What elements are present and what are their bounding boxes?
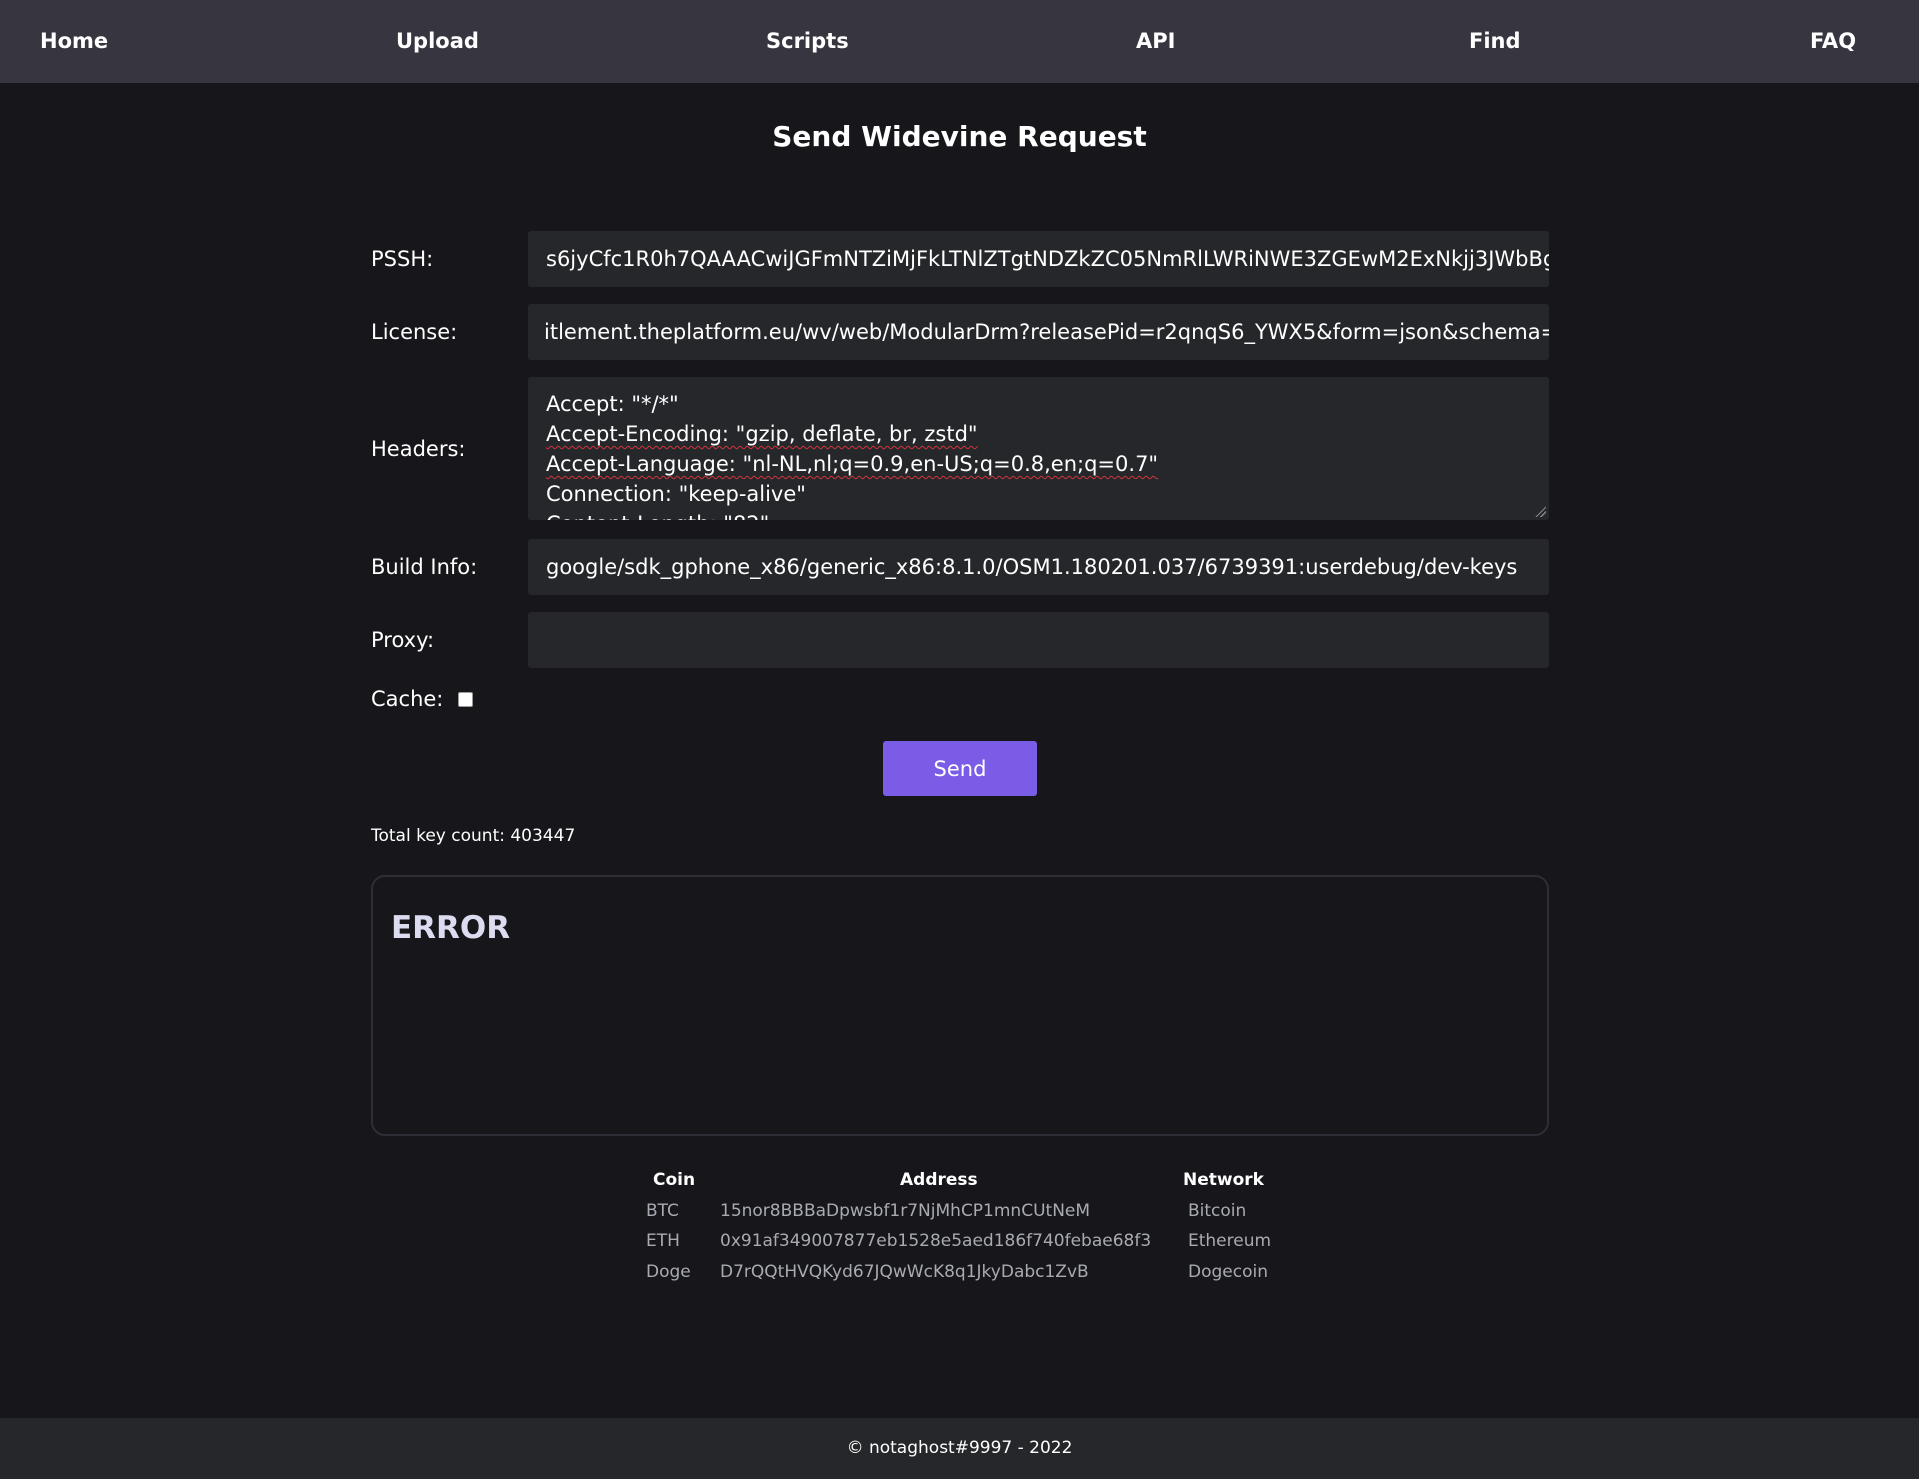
table-header-coin: Coin [653, 1170, 696, 1190]
build-info-input[interactable]: google/sdk_gphone_x86/generic_x86:8.1.0/… [528, 539, 1549, 595]
error-status: ERROR [391, 910, 511, 946]
header-line: Content-Length: "82" [546, 509, 1531, 520]
table-cell-coin: ETH [646, 1231, 680, 1251]
nav-api[interactable]: API [1136, 0, 1175, 83]
nav-scripts[interactable]: Scripts [766, 0, 849, 83]
build-info-label: Build Info: [371, 555, 478, 579]
table-cell-network: Ethereum [1188, 1231, 1272, 1251]
page-title: Send Widevine Request [772, 120, 1147, 153]
cache-label: Cache: [371, 687, 444, 711]
header-line: Accept: "*/*" [546, 392, 679, 416]
table-cell-coin: Doge [646, 1262, 691, 1282]
header-line: Accept-Encoding: "gzip, deflate, br, zst… [546, 422, 978, 446]
license-label: License: [371, 320, 458, 344]
proxy-label: Proxy: [371, 628, 435, 652]
nav-faq[interactable]: FAQ [1810, 0, 1856, 83]
header-line: Connection: "keep-alive" [546, 482, 806, 506]
table-header-address: Address [900, 1170, 978, 1190]
headers-label: Headers: [371, 437, 466, 461]
pssh-label: PSSH: [371, 247, 434, 271]
table-cell-network: Bitcoin [1188, 1201, 1247, 1221]
result-panel: ERROR [371, 875, 1549, 1136]
nav-home[interactable]: Home [40, 0, 108, 83]
table-header-network: Network [1183, 1170, 1264, 1190]
total-key-count: Total key count: 403447 [371, 826, 576, 846]
table-cell-coin: BTC [646, 1201, 679, 1221]
table-cell-address: D7rQQtHVQKyd67JQwWcK8q1JkyDabc1ZvB [720, 1262, 1089, 1282]
table-cell-address: 15nor8BBBaDpwsbf1r7NjMhCP1mnCUtNeM [720, 1201, 1091, 1221]
nav-upload[interactable]: Upload [396, 0, 479, 83]
headers-textarea[interactable]: Accept: "*/*" Accept-Encoding: "gzip, de… [528, 377, 1549, 520]
send-button[interactable]: Send [883, 741, 1037, 796]
header-line: Accept-Language: "nl-NL,nl;q=0.9,en-US;q… [546, 452, 1159, 476]
cache-checkbox[interactable] [458, 692, 473, 707]
table-cell-address: 0x91af349007877eb1528e5aed186f740febae68… [720, 1231, 1152, 1251]
nav-find[interactable]: Find [1469, 0, 1521, 83]
pssh-input[interactable]: s6jyCfc1R0h7QAAACwiJGFmNTZiMjFkLTNlZTgtN… [528, 231, 1549, 287]
top-navigation: Home Upload Scripts API Find FAQ [0, 0, 1919, 83]
footer: © notaghost#9997 - 2022 [0, 1418, 1919, 1479]
proxy-input[interactable] [528, 612, 1549, 668]
resize-handle-icon[interactable] [1534, 505, 1546, 517]
license-input[interactable]: itlement.theplatform.eu/wv/web/ModularDr… [528, 304, 1549, 360]
table-cell-network: Dogecoin [1188, 1262, 1268, 1282]
